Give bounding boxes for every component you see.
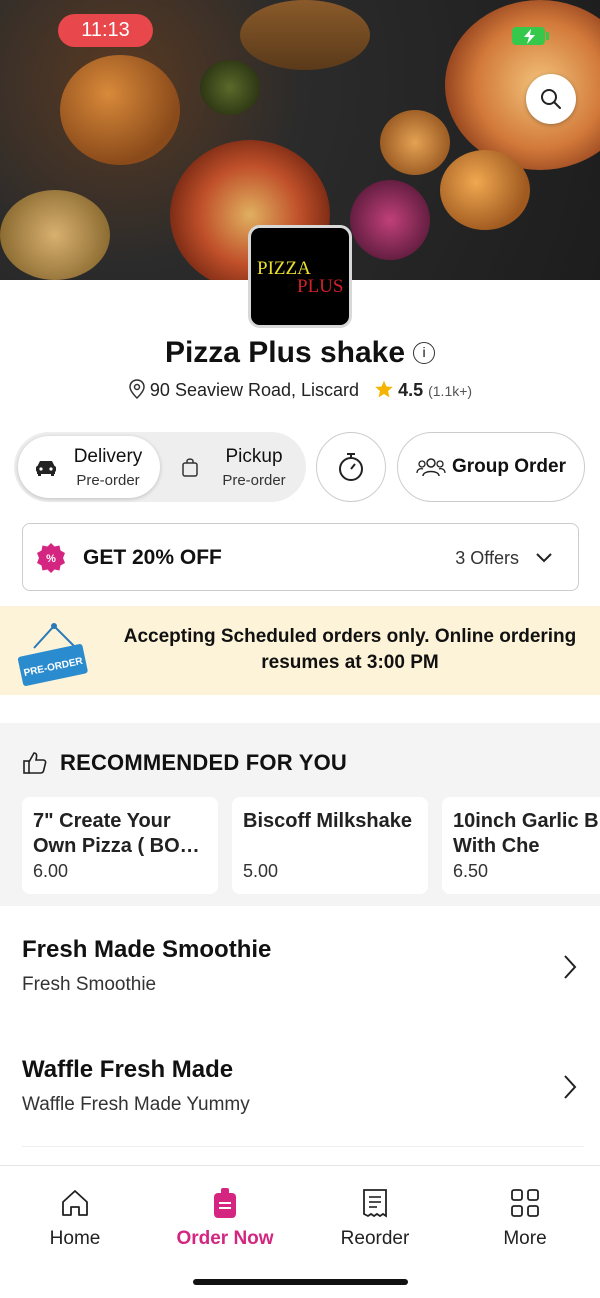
store-logo: PIZZA PLUS bbox=[248, 225, 352, 328]
status-time: 11:13 bbox=[58, 14, 153, 47]
tab-order-now-label: Order Now bbox=[176, 1228, 274, 1249]
location-pin-icon bbox=[129, 379, 145, 400]
search-icon bbox=[541, 89, 561, 109]
offers-dropdown[interactable]: % GET 20% OFF 3 Offers bbox=[22, 523, 579, 591]
delivery-sub: Pre-order bbox=[76, 472, 140, 489]
preorder-sign-icon: PRE-ORDER bbox=[17, 623, 88, 686]
store-meta: 90 Seaview Road, Liscard 4.5 (1.1k+) bbox=[0, 379, 600, 401]
chevron-down-icon bbox=[536, 553, 552, 563]
pickup-option[interactable]: Pickup Pre-order bbox=[164, 436, 302, 498]
tab-order-now[interactable]: Order Now bbox=[150, 1186, 300, 1250]
category-row[interactable]: Waffle Fresh Made Waffle Fresh Made Yumm… bbox=[22, 1056, 582, 1116]
home-indicator bbox=[193, 1279, 408, 1285]
tab-home-label: Home bbox=[49, 1228, 101, 1249]
chevron-right-icon[interactable] bbox=[560, 954, 580, 980]
fulfillment-toggle: Delivery Pre-order Pickup Pre-order bbox=[14, 432, 306, 502]
category-row[interactable]: Fresh Made Smoothie Fresh Smoothie bbox=[22, 936, 582, 996]
offer-title: GET 20% OFF bbox=[83, 546, 222, 569]
recommended-item-price: 6.50 bbox=[453, 861, 489, 881]
store-address: 90 Seaview Road, Liscard bbox=[149, 380, 360, 400]
star-icon bbox=[375, 380, 393, 398]
category-subtitle: Fresh Smoothie bbox=[22, 974, 157, 995]
preorder-message: Accepting Scheduled orders only. Online … bbox=[123, 626, 577, 673]
pickup-label: Pickup bbox=[225, 446, 283, 467]
preorder-notice: PRE-ORDER Accepting Scheduled orders onl… bbox=[0, 606, 600, 695]
group-order-label: Group Order bbox=[451, 456, 566, 477]
recommended-item-price: 5.00 bbox=[243, 861, 279, 881]
schedule-button[interactable] bbox=[316, 432, 386, 502]
recommended-item-price: 6.00 bbox=[33, 861, 69, 881]
pickup-sub: Pre-order bbox=[222, 472, 286, 489]
tab-more-label: More bbox=[503, 1228, 547, 1249]
rating-count: (1.1k+) bbox=[428, 383, 473, 399]
battery-charging-icon bbox=[512, 27, 549, 45]
recommended-item-name: Biscoff Milkshake bbox=[243, 810, 412, 832]
tab-reorder-label: Reorder bbox=[340, 1228, 410, 1249]
tab-more[interactable]: More bbox=[450, 1186, 600, 1250]
thumbs-up-icon bbox=[23, 752, 47, 774]
order-bag-icon bbox=[214, 1188, 236, 1218]
info-icon[interactable]: i bbox=[413, 342, 436, 364]
store-name: Pizza Plus shake bbox=[164, 336, 406, 369]
delivery-label: Delivery bbox=[73, 446, 143, 467]
group-people-icon bbox=[416, 458, 446, 477]
recommended-item-name: 7" Create Your Own Pizza ( BO… bbox=[33, 810, 200, 857]
discount-badge-icon: % bbox=[37, 543, 65, 573]
search-button[interactable] bbox=[526, 74, 576, 124]
recommended-title: RECOMMENDED FOR YOU bbox=[22, 750, 347, 776]
offer-count: 3 Offers bbox=[455, 548, 552, 569]
recommended-item-name: 10inch Garlic Bread With Che bbox=[453, 810, 600, 857]
tab-home[interactable]: Home bbox=[0, 1186, 150, 1250]
logo-text-plus: PLUS bbox=[297, 276, 344, 297]
divider bbox=[22, 1146, 584, 1147]
recommended-label: RECOMMENDED FOR YOU bbox=[60, 750, 347, 775]
stopwatch-icon bbox=[339, 453, 363, 481]
home-icon bbox=[62, 1190, 88, 1216]
recommended-item[interactable]: 7" Create Your Own Pizza ( BO… 6.00 bbox=[22, 797, 218, 894]
tab-reorder[interactable]: Reorder bbox=[300, 1186, 450, 1250]
svg-text:%: % bbox=[46, 553, 56, 565]
category-title: Waffle Fresh Made bbox=[22, 1056, 234, 1083]
offer-count-label: 3 Offers bbox=[455, 548, 519, 568]
car-icon bbox=[36, 461, 56, 476]
recommended-item[interactable]: 10inch Garlic Bread With Che 6.50 bbox=[442, 797, 600, 894]
shopping-bag-icon bbox=[182, 458, 198, 477]
category-title: Fresh Made Smoothie bbox=[22, 936, 272, 963]
recommended-item[interactable]: Biscoff Milkshake 5.00 bbox=[232, 797, 428, 894]
store-rating: 4.5 bbox=[398, 380, 424, 400]
chevron-right-icon[interactable] bbox=[560, 1074, 580, 1100]
grid-icon bbox=[511, 1189, 539, 1217]
store-title: Pizza Plus shake i bbox=[0, 336, 600, 370]
receipt-icon bbox=[363, 1189, 387, 1218]
category-subtitle: Waffle Fresh Made Yummy bbox=[22, 1094, 250, 1115]
delivery-option[interactable]: Delivery Pre-order bbox=[18, 436, 160, 498]
group-order-button[interactable]: Group Order bbox=[397, 432, 585, 502]
